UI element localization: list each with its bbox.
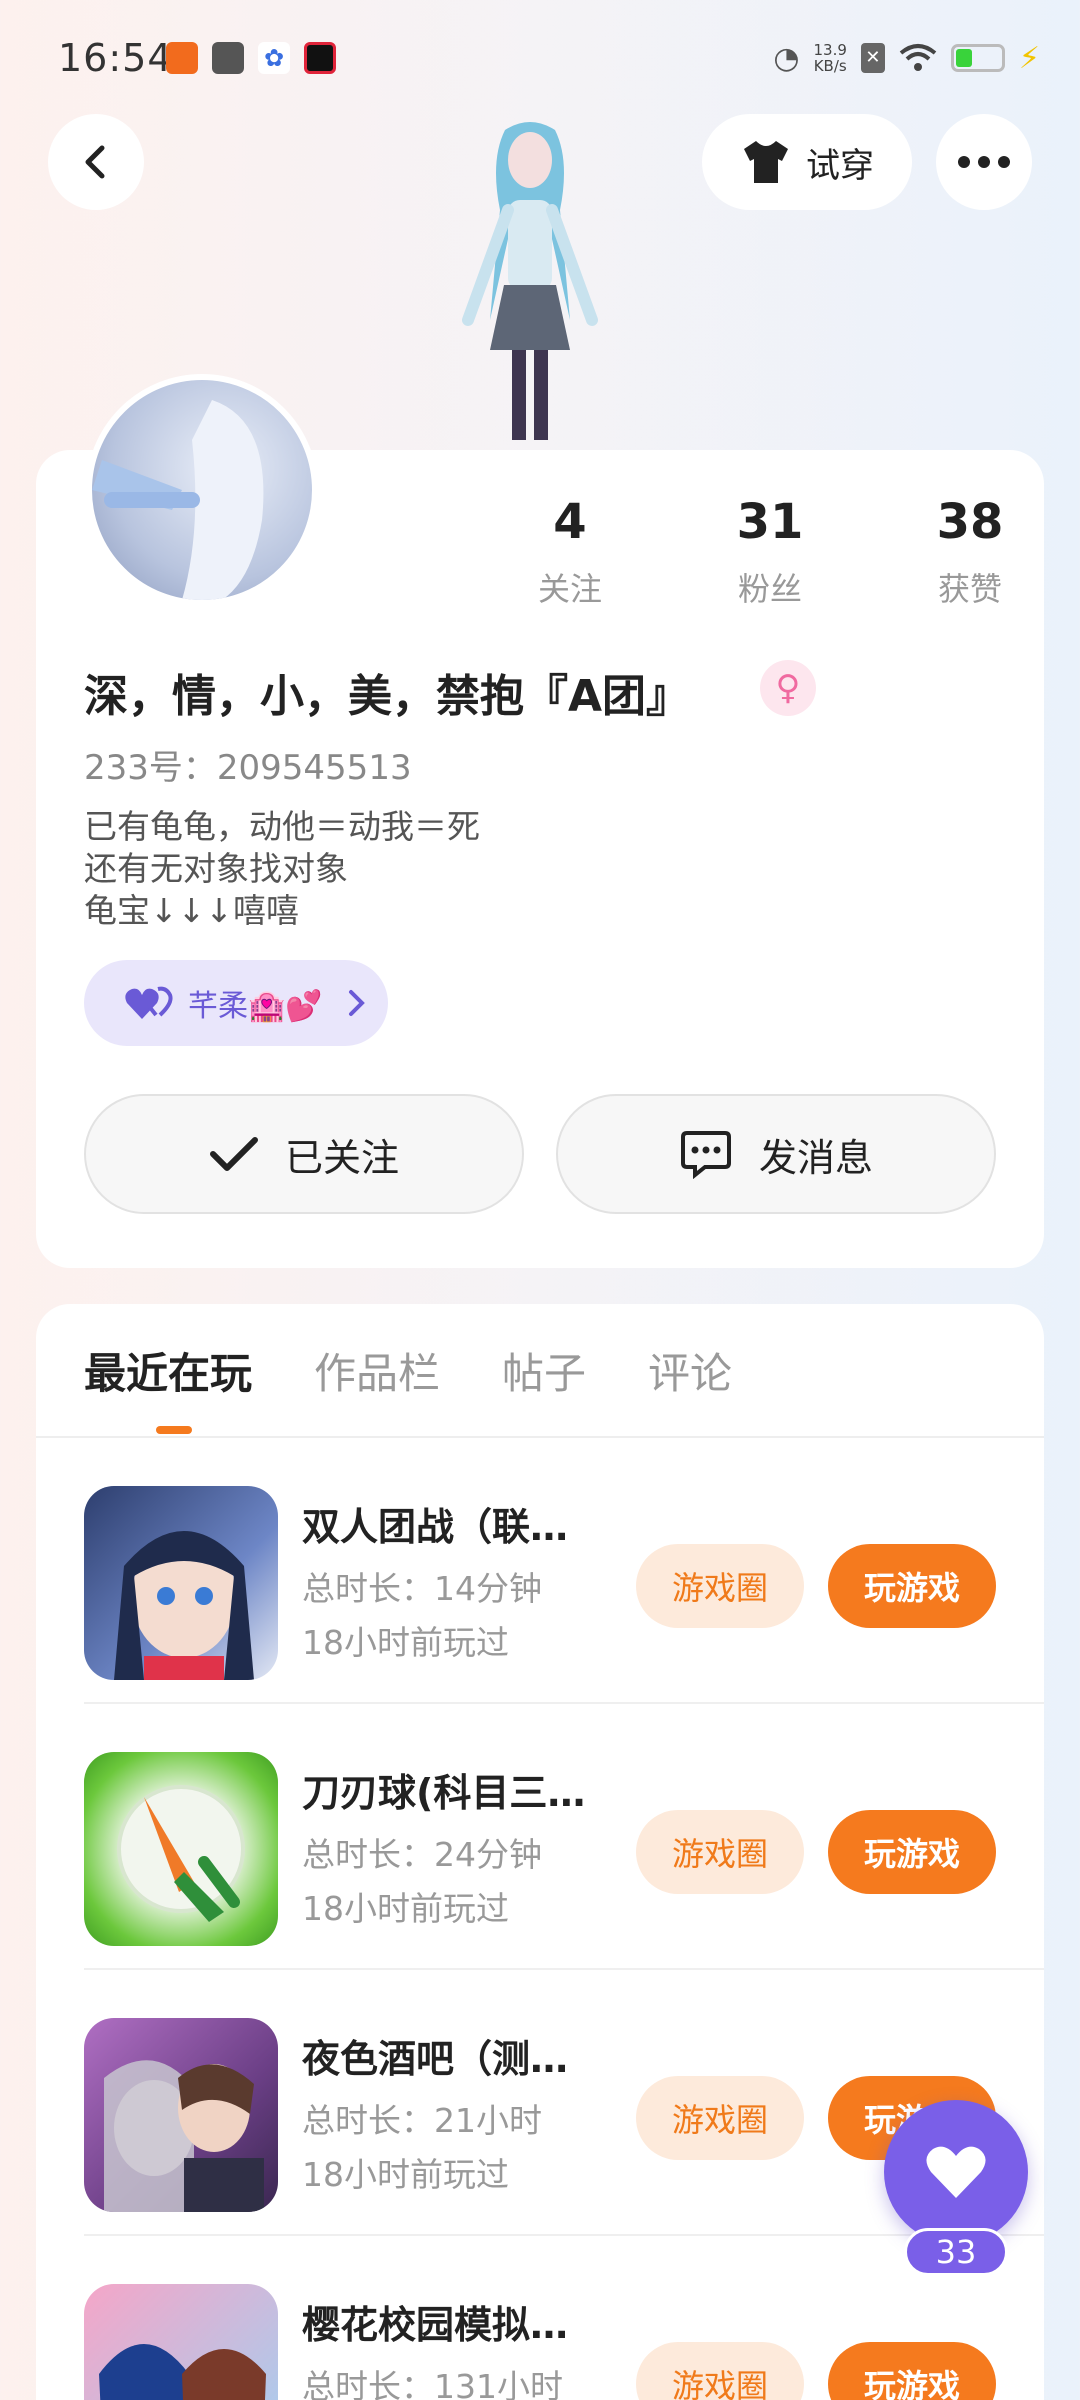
user-id: 233号：209545513 [84, 748, 412, 788]
tab-works[interactable]: 作品栏 [314, 1340, 440, 1401]
game-icon[interactable] [84, 1486, 278, 1680]
like-count-badge: 33 [904, 2228, 1008, 2276]
download-notification-icon [166, 42, 198, 74]
game-title: 夜色酒吧（测… [302, 2037, 569, 2081]
avatar-figure[interactable] [420, 120, 640, 450]
game-circle-button[interactable]: 游戏圈 [636, 1544, 804, 1628]
tab-posts[interactable]: 帖子 [502, 1340, 586, 1401]
tab-indicator [156, 1426, 192, 1434]
fans-stat[interactable]: 31 粉丝 [670, 494, 870, 610]
likes-stat[interactable]: 38 获赞 [870, 494, 1070, 610]
try-on-label: 试穿 [806, 145, 874, 186]
fans-count: 31 [736, 494, 804, 550]
game-circle-button[interactable]: 游戏圈 [636, 2076, 804, 2160]
cp-name: 芊柔🏩💕 [188, 989, 323, 1024]
game-title: 双人团战（联… [302, 1505, 569, 1549]
paw-notification-icon: ✿ [258, 42, 290, 74]
game-row[interactable]: 刀刃球(科目三… 总时长：24分钟 18小时前玩过 游戏圈 玩游戏 [36, 1704, 1044, 1970]
back-button[interactable] [48, 114, 144, 210]
female-gender-icon: ♀ [760, 660, 816, 716]
bio-line: 还有无对象找对象 [84, 849, 348, 888]
message-label: 发消息 [758, 1135, 873, 1180]
try-on-button[interactable]: 试穿 [702, 114, 912, 210]
game-duration: 总时长：24分钟 [302, 1835, 542, 1874]
message-button[interactable]: 发消息 [556, 1094, 996, 1214]
following-count: 4 [553, 494, 587, 550]
heart-icon [926, 2146, 986, 2198]
likes-count: 38 [936, 494, 1004, 550]
play-game-button[interactable]: 玩游戏 [828, 2342, 996, 2400]
game-icon[interactable] [84, 1752, 278, 1946]
game-last-played: 18小时前玩过 [302, 1623, 509, 1662]
avatar[interactable] [86, 374, 318, 606]
more-dots-icon [958, 156, 1010, 168]
double-heart-icon [125, 986, 173, 1019]
charging-icon: ⚡ [1018, 40, 1040, 76]
tab-comments[interactable]: 评论 [648, 1340, 732, 1401]
wifi-icon [899, 44, 937, 71]
status-time: 16:54 [58, 36, 173, 80]
fans-label: 粉丝 [737, 570, 802, 608]
play-game-button[interactable]: 玩游戏 [828, 1810, 996, 1894]
cp-relationship-pill[interactable]: 芊柔🏩💕 [84, 960, 388, 1046]
tab-recently-played[interactable]: 最近在玩 [84, 1340, 252, 1401]
following-stat[interactable]: 4 关注 [470, 494, 670, 610]
profile-stats: 4 关注 31 粉丝 38 获赞 [470, 494, 1070, 610]
bio-line: 已有龟龟，动他＝动我＝死 [84, 807, 480, 846]
back-arrow-icon [85, 145, 105, 179]
likes-label: 获赞 [937, 570, 1002, 608]
game-last-played: 18小时前玩过 [302, 2155, 509, 2194]
game-duration: 总时长：14分钟 [302, 1569, 542, 1608]
game-last-played: 18小时前玩过 [302, 1889, 509, 1928]
game-duration: 总时长：21小时 [302, 2101, 542, 2140]
speedometer-icon: ◔ [773, 40, 800, 76]
more-button[interactable] [936, 114, 1032, 210]
play-game-button[interactable]: 玩游戏 [828, 1544, 996, 1628]
mail-notification-icon [212, 42, 244, 74]
game-title: 樱花校园模拟… [302, 2303, 569, 2347]
game-title: 刀刃球(科目三… [302, 1771, 586, 1815]
game-icon[interactable] [84, 2284, 278, 2400]
status-bar: 16:54 ✿ ◔ 13.9 KB/s ✕ ⚡ [0, 0, 1080, 120]
net-speed: 13.9 KB/s [813, 41, 847, 75]
sim-off-icon: ✕ [860, 43, 885, 73]
chevron-right-icon [348, 990, 365, 1016]
game-circle-button[interactable]: 游戏圈 [636, 1810, 804, 1894]
game-icon[interactable] [84, 2018, 278, 2212]
game-duration: 总时长：131小时 [302, 2367, 563, 2400]
followed-button[interactable]: 已关注 [84, 1094, 524, 1214]
bio-line: 龟宝↓↓↓嘻嘻 [84, 891, 299, 930]
like-button[interactable] [884, 2100, 1028, 2244]
check-icon [209, 1137, 258, 1171]
nickname: 深，情，小，美，禁抱『A团』 [84, 671, 691, 722]
bio: 已有龟龟，动他＝动我＝死 还有无对象找对象 龟宝↓↓↓嘻嘻 [84, 806, 480, 932]
followed-label: 已关注 [284, 1135, 399, 1180]
record-notification-icon [304, 42, 336, 74]
game-row[interactable]: 双人团战（联… 总时长：14分钟 18小时前玩过 游戏圈 玩游戏 [36, 1438, 1044, 1704]
tshirt-icon [744, 141, 788, 183]
battery-icon [950, 44, 1005, 72]
game-circle-button[interactable]: 游戏圈 [636, 2342, 804, 2400]
chat-bubble-icon [680, 1131, 731, 1179]
following-label: 关注 [537, 570, 602, 608]
game-row[interactable]: 樱花校园模拟… 总时长：131小时 游戏圈 玩游戏 [36, 2236, 1044, 2400]
profile-tabs: 最近在玩 作品栏 帖子 评论 [84, 1340, 732, 1401]
